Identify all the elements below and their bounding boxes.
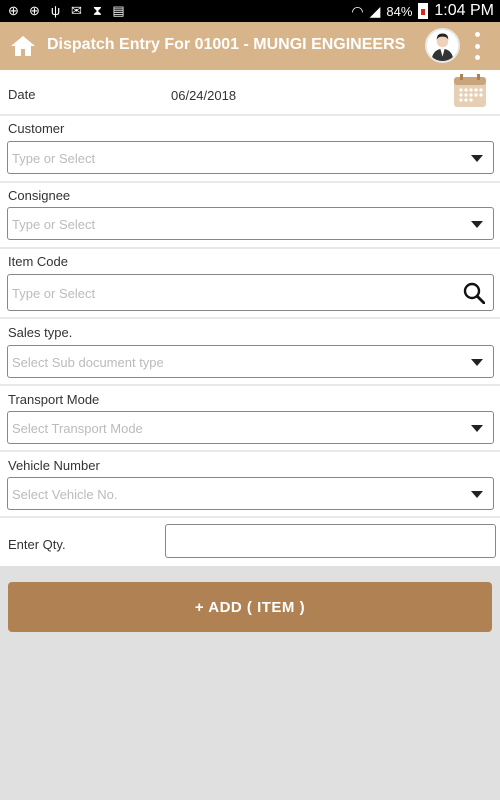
battery-icon	[418, 3, 429, 19]
consignee-row: Consignee Type or Select	[0, 183, 500, 249]
search-icon[interactable]	[463, 282, 485, 304]
wifi-icon: ◠	[351, 2, 364, 19]
sales-type-row: Sales type. Select Sub document type	[0, 319, 500, 386]
battery-percent: 84%	[386, 3, 413, 19]
home-icon[interactable]	[10, 34, 36, 58]
mail-icon: ✉	[71, 3, 82, 18]
customer-placeholder: Type or Select	[12, 151, 96, 166]
usb-icon: ψ	[50, 3, 61, 18]
consignee-select[interactable]: Type or Select	[7, 207, 494, 240]
date-row: Date 06/24/2018	[0, 70, 500, 116]
consignee-label: Consignee	[8, 188, 71, 203]
transport-mode-select[interactable]: Select Transport Mode	[7, 411, 494, 444]
qty-row: Enter Qty.	[0, 518, 500, 566]
item-code-input[interactable]: Type or Select	[7, 274, 494, 311]
hourglass-icon: ⧗	[92, 3, 103, 18]
chevron-down-icon[interactable]	[471, 359, 483, 366]
item-code-row: Item Code Type or Select	[0, 249, 500, 319]
user-avatar-icon	[431, 33, 454, 61]
chevron-down-icon[interactable]	[471, 221, 483, 228]
qty-input[interactable]	[165, 524, 496, 558]
customer-label: Customer	[8, 121, 65, 136]
chevron-down-icon[interactable]	[471, 155, 483, 162]
add-item-button[interactable]: + ADD ( ITEM )	[8, 582, 492, 632]
vehicle-number-row: Vehicle Number Select Vehicle No.	[0, 452, 500, 518]
transport-mode-placeholder: Select Transport Mode	[12, 421, 143, 436]
transport-mode-row: Transport Mode Select Transport Mode	[0, 386, 500, 452]
customer-row: Customer Type or Select	[0, 116, 500, 183]
clock: 1:04 PM	[434, 2, 494, 19]
sales-type-label: Sales type.	[8, 325, 73, 340]
date-value: 06/24/2018	[171, 88, 237, 103]
app-bar: Dispatch Entry For 01001 - MUNGI ENGINEE…	[0, 22, 500, 70]
chevron-down-icon[interactable]	[471, 425, 483, 432]
notification-icons: ⊕ ⊕ ψ ✉ ⧗ ▤	[6, 3, 126, 18]
sales-type-select[interactable]: Select Sub document type	[7, 345, 494, 378]
vehicle-number-label: Vehicle Number	[8, 458, 100, 473]
dispatch-form: Date 06/24/2018 Customer Type or Select …	[0, 70, 500, 566]
transport-mode-label: Transport Mode	[8, 392, 100, 407]
vehicle-number-select[interactable]: Select Vehicle No.	[7, 477, 494, 510]
sales-type-placeholder: Select Sub document type	[12, 355, 164, 370]
document-icon: ▤	[112, 3, 125, 18]
calendar-icon[interactable]	[453, 74, 487, 108]
avatar[interactable]	[425, 28, 460, 63]
more-options-icon[interactable]	[468, 30, 486, 62]
app-notification-icon: ⊕	[8, 3, 19, 18]
vehicle-number-placeholder: Select Vehicle No.	[12, 487, 118, 502]
page-title: Dispatch Entry For 01001 - MUNGI ENGINEE…	[47, 36, 406, 53]
date-label: Date	[8, 87, 36, 102]
item-code-placeholder: Type or Select	[12, 286, 96, 301]
status-bar: ⊕ ⊕ ψ ✉ ⧗ ▤ ◠ ◢ 84% 1:04 PM	[0, 0, 500, 22]
item-code-label: Item Code	[8, 254, 68, 269]
signal-icon: ◢	[369, 2, 381, 19]
app-notification-icon: ⊕	[29, 3, 40, 18]
qty-label: Enter Qty.	[8, 537, 66, 552]
customer-select[interactable]: Type or Select	[7, 141, 494, 174]
chevron-down-icon[interactable]	[471, 491, 483, 498]
consignee-placeholder: Type or Select	[12, 217, 96, 232]
